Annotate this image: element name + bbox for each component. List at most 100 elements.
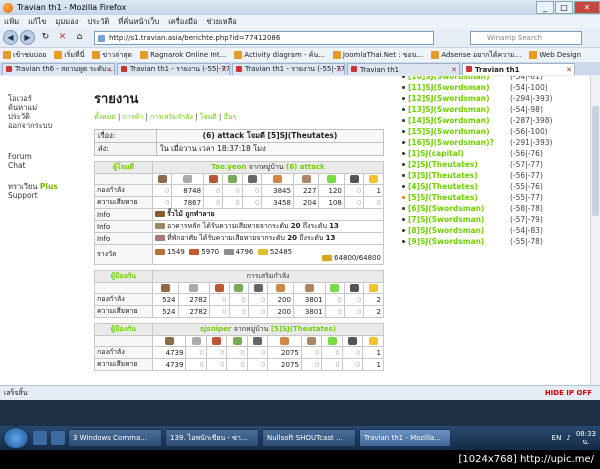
attacker-name[interactable]: Tae.yeon [211,163,246,171]
village-name[interactable]: [11]SJ(Swordsman) [408,82,510,93]
close-button[interactable]: ✕ [574,1,600,14]
minimize-button[interactable]: _ [536,1,554,14]
filter-all[interactable]: ทั้งหมด [94,113,116,121]
village-coords: (-54|-98) [510,105,543,114]
menu-file[interactable]: แฟ้ม [4,16,19,28]
village-item[interactable]: [3]SJ(Theutates) (-56|-77) [390,170,600,181]
tab[interactable]: Travian th6 - สถานทูต ระดับ ... ✕ [2,63,115,75]
unit-count-cell: 0 [226,346,248,359]
village-name[interactable]: [15]SJ(Swordsman) [408,126,510,137]
village-item[interactable]: [7]SJ(Swordsman) (-57|-79) [390,214,600,225]
tab[interactable]: Travian th1 - รายงาน (-55|-77) ✕ [232,63,345,75]
filter-attack[interactable]: โจมตี [200,113,217,121]
start-button[interactable] [3,427,29,449]
village-item[interactable]: [11]SJ(Swordsman) (-54|-100) [390,82,600,93]
attacker-header: Tae.yeon จากหมู่บ้าน (6) attack [152,161,384,174]
village-name[interactable]: [2]SJ(Theutates) [408,159,510,170]
taskbar-item-active[interactable]: Travian th1 - Mozilla... [359,429,451,447]
menu-tools[interactable]: เครื่องมือ [168,16,197,28]
village-item[interactable]: [16]SJ(Swordsman)? (-291|-393) [390,137,600,148]
village-name[interactable]: [5]SJ(Theutates) [408,192,510,203]
menu-help[interactable]: ช่วยเหลือ [206,16,236,28]
tab[interactable]: Travian th1 - รายงาน (-55|-77) ✕ [117,63,230,75]
filter-trade[interactable]: การค้า [123,113,144,121]
taskbar-item[interactable]: 139. ไอพนักเขียน - ซา... [165,429,259,447]
bookmark-item[interactable]: JoomlaThai.Net : ขอน... [332,50,423,61]
menu-bookmarks[interactable]: ที่คั่นหน้าเว็บ [118,16,159,28]
maximize-button[interactable]: □ [555,1,573,14]
village-item[interactable]: [14]SJ(Swordsman) (-287|-398) [390,115,600,126]
stop-icon[interactable]: ✕ [56,31,69,44]
sidebar-item-search[interactable]: ค้นหาแม่ [8,103,90,112]
village-name[interactable]: [8]SJ(Swordsman) [408,225,510,236]
unit-icon [321,335,343,347]
hide-ip-status[interactable]: HIDE IP OFF [545,389,592,397]
quicklaunch-icon[interactable] [33,431,47,445]
subject-label: เรื่อง: [94,129,157,143]
menu-edit[interactable]: แก้ไข [28,16,46,28]
sidebar-item-forum[interactable]: Forum [8,152,90,161]
sidebar-item-history[interactable]: ประวัติ [8,112,90,121]
sidebar-item-logout[interactable]: ออกจากระบบ [8,121,90,130]
village-item[interactable]: [1]SJ(capital) (-56|-76) [390,148,600,159]
village-item[interactable]: [13]SJ(Swordsman) (-54|-98) [390,104,600,115]
taskbar-item[interactable]: Nullsoft SHOUTcast ... [262,429,356,447]
home-icon[interactable]: ⌂ [73,31,86,44]
bookmark-item[interactable]: Adsense อยากได้ความ... [431,50,521,61]
page-scrollbar[interactable] [590,76,600,385]
village-item[interactable]: [15]SJ(Swordsman) (-56|-100) [390,126,600,137]
url-bar[interactable]: http://s1.travian.asia/berichte.php?id=7… [94,30,434,45]
village-name[interactable]: [9]SJ(Swordsman) [408,236,510,247]
village-item[interactable]: [6]SJ(Swordsman) (-58|-78) [390,203,600,214]
bookmark-item[interactable]: ข่าวล่าสุด [92,50,132,61]
filter-other[interactable]: อื่นๆ [224,113,237,121]
village-item[interactable]: [5]SJ(Theutates) (-55|-77) [390,192,600,203]
sidebar-item-support[interactable]: Support [8,191,90,200]
village-name[interactable]: [14]SJ(Swordsman) [408,115,510,126]
menu-history[interactable]: ประวัติ [87,16,109,28]
tab-active[interactable]: Travian th1 ✕ [462,63,575,75]
reload-icon[interactable]: ↻ [39,31,52,44]
attacker-village[interactable]: (6) attack [286,163,325,171]
language-indicator[interactable]: EN [552,434,562,442]
search-input[interactable]: Winamp Search [470,30,582,45]
bookmark-item[interactable]: เริ่มที่นี่ [54,50,84,61]
filter-reinforcement[interactable]: การเสริมกำลัง [150,113,193,121]
defender-village[interactable]: [5]SJ(Theutates) [271,325,336,333]
village-item[interactable]: [8]SJ(Swordsman) (-54|-83) [390,225,600,236]
tab[interactable]: Travian th1 ✕ [347,63,460,75]
village-name[interactable]: [16]SJ(Swordsman)? [408,137,510,148]
unit-count-cell: 0 [246,358,269,371]
sidebar-item-plus[interactable]: ทราเวียน Plus [8,182,90,191]
search-placeholder: Winamp Search [487,33,542,42]
back-button[interactable]: ◀ [3,30,18,45]
village-item[interactable]: [4]SJ(Theutates) (-55|-76) [390,181,600,192]
village-name[interactable]: [7]SJ(Swordsman) [408,214,510,225]
scrollbar-thumb[interactable] [592,106,599,216]
sidebar-item-overview[interactable]: โอเวอร์ [8,94,90,103]
village-item[interactable]: [2]SJ(Theutates) (-57|-77) [390,159,600,170]
defender-name[interactable]: sjsniper [200,325,231,333]
village-name[interactable]: [1]SJ(capital) [408,148,510,159]
taskbar-item[interactable]: 3 Windows Comma... [68,429,162,447]
village-item[interactable]: [9]SJ(Swordsman) (-55|-78) [390,236,600,247]
clock[interactable]: 08:33 น. [576,430,596,446]
bookmark-item[interactable]: เข้าชมบ่อย [3,50,46,61]
bookmark-item[interactable]: Web Design [529,51,581,59]
village-name[interactable]: [4]SJ(Theutates) [408,181,510,192]
sidebar-item-chat[interactable]: Chat [8,161,90,170]
village-name[interactable]: [12]SJ(Swordsman) [408,93,510,104]
volume-icon[interactable]: ♪ [566,434,570,442]
village-item[interactable]: [12]SJ(Swordsman) (-294|-393) [390,93,600,104]
forward-button[interactable]: ▶ [20,30,35,45]
bookmark-item[interactable]: Activity diagram - ค้น... [234,50,325,61]
menu-view[interactable]: มุมมอง [55,16,78,28]
village-name[interactable]: [13]SJ(Swordsman) [408,104,510,115]
village-list: [10]SJ(Swordsman) (-54|-81) [11]SJ(Swordsm… [390,76,600,385]
quicklaunch-icon[interactable] [51,431,65,445]
village-name[interactable]: [6]SJ(Swordsman) [408,203,510,214]
bookmark-item[interactable]: Ragnarok Online Int... [140,51,226,59]
village-name[interactable]: [3]SJ(Theutates) [408,170,510,181]
troops-label: กองกำลัง [94,184,153,197]
page-content: โอเวอร์ ค้นหาแม่ ประวัติ ออกจากระบบ Foru… [0,76,600,385]
